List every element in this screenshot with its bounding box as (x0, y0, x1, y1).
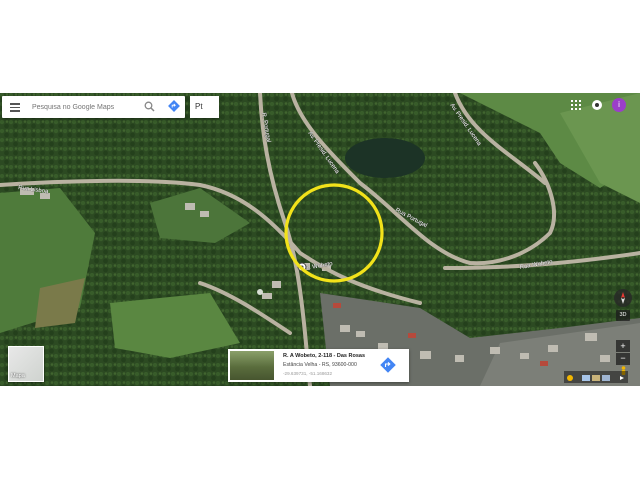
imagery-strip[interactable] (564, 371, 628, 383)
zoom-in-button[interactable]: + (616, 340, 630, 352)
search-input[interactable] (32, 100, 137, 114)
place-card[interactable]: R. A Wobeto, 2-118 - Das Rosas Estância … (228, 349, 409, 382)
place-title: R. A Wobeto, 2-118 - Das Rosas (283, 353, 366, 359)
language-selector[interactable]: Pt (190, 96, 219, 118)
directions-icon[interactable] (168, 100, 180, 112)
satellite-map[interactable]: Rua Lisboa Av. Presid. Lucena Av. Presid… (0, 93, 640, 386)
map-layer-toggle[interactable]: Mapa (8, 346, 44, 382)
layer-toggle-label: Mapa (11, 373, 25, 379)
search-box[interactable] (2, 96, 185, 118)
place-address: Estância Velha - RS, 93600-000 (283, 362, 357, 368)
menu-icon[interactable] (10, 103, 20, 112)
tilt-3d-button[interactable]: 3D (616, 310, 630, 321)
zoom-out-button[interactable]: − (616, 353, 630, 365)
apps-grid-icon[interactable] (571, 100, 581, 110)
satellite-imagery: Rua Lisboa Av. Presid. Lucena Av. Presid… (0, 93, 640, 386)
notifications-icon[interactable] (591, 99, 603, 111)
place-photo[interactable] (230, 351, 274, 380)
poi-marker-icon[interactable] (257, 289, 263, 295)
search-icon[interactable] (144, 101, 155, 112)
directions-icon[interactable] (380, 357, 396, 373)
language-label: Pt (195, 102, 203, 111)
place-coordinates: -29.639731, -51.168632 (283, 371, 333, 376)
avatar[interactable]: i (612, 98, 626, 112)
compass-icon[interactable] (614, 289, 632, 307)
